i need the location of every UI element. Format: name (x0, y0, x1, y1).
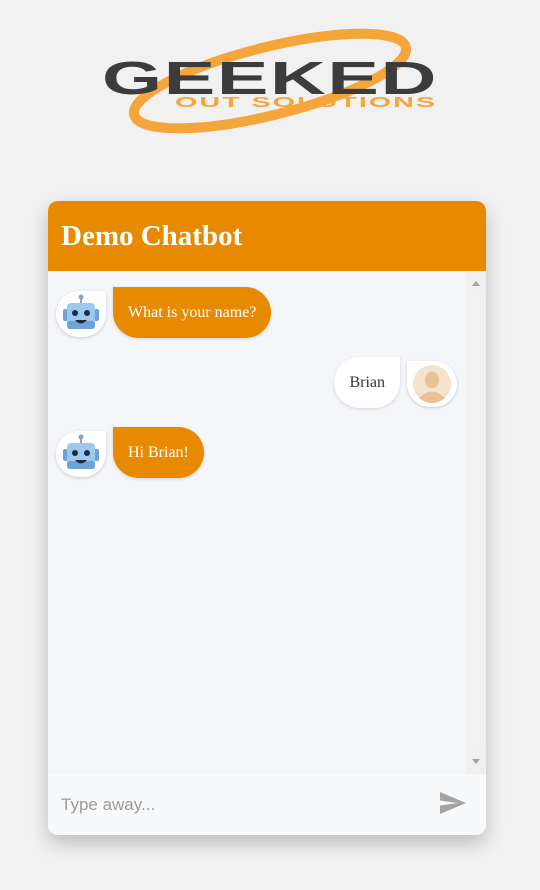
message-input[interactable] (48, 774, 428, 835)
message-list[interactable]: What is your name? Brian Hi Brian! (48, 271, 466, 774)
send-button[interactable] (436, 789, 470, 819)
geeked-out-solutions-logo: GEEKED OUT SOLUTIONS (90, 28, 450, 138)
chat-title: Demo Chatbot (61, 220, 243, 252)
scroll-up-arrow-icon[interactable] (472, 281, 480, 286)
scroll-down-arrow-icon[interactable] (472, 759, 480, 764)
user-message: Brian (334, 357, 400, 408)
user-avatar-icon (413, 365, 451, 403)
bot-avatar (56, 291, 106, 337)
bot-avatar (56, 431, 106, 477)
message-composer (48, 774, 486, 835)
robot-icon (63, 294, 99, 329)
user-avatar (407, 361, 457, 407)
chat-header: Demo Chatbot (48, 201, 486, 271)
bot-message: What is your name? (113, 287, 272, 338)
bot-message: Hi Brian! (113, 427, 204, 478)
svg-text:OUT SOLUTIONS: OUT SOLUTIONS (175, 94, 437, 111)
robot-icon (63, 434, 99, 469)
scrollbar-track[interactable] (466, 295, 486, 749)
chatbot-window: Demo Chatbot What is your name? Brian Hi… (48, 201, 486, 835)
send-icon (440, 791, 466, 814)
message-scrollbar[interactable] (466, 271, 486, 774)
